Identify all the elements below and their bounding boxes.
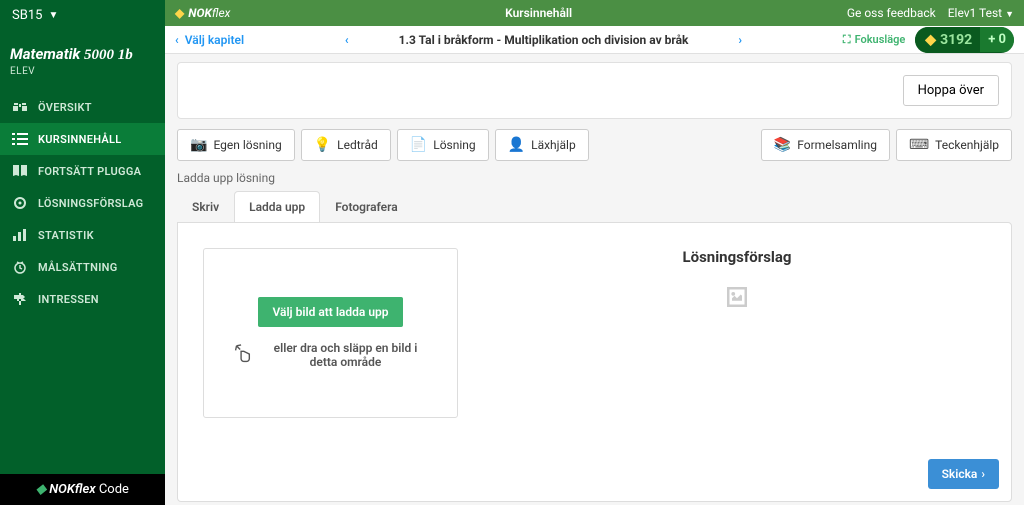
bar-chart-icon [12, 228, 28, 242]
formulas-button[interactable]: 📚Formelsamling [761, 129, 890, 161]
next-section-button[interactable]: › [708, 33, 772, 47]
brand-logo[interactable]: ◆ NOKflex [175, 6, 230, 20]
upload-dropzone[interactable]: Välj bild att ladda upp eller dra och sl… [203, 248, 458, 418]
sidebar-item-interests[interactable]: INTRESSEN [0, 283, 165, 315]
feedback-link[interactable]: Ge oss feedback [847, 6, 936, 20]
diamond-icon: ◆ [175, 6, 184, 20]
diamond-icon: ◆ [925, 32, 936, 48]
user-menu[interactable]: Elev1 Test ▼ [948, 6, 1014, 20]
sidebar-item-label: FORTSÄTT PLUGGA [38, 165, 141, 178]
tab-upload[interactable]: Ladda upp [234, 191, 320, 222]
diamond-icon: ◆ [36, 482, 46, 497]
binoculars-icon [12, 100, 28, 114]
drag-instruction: eller dra och släpp en bild i detta områ… [231, 341, 431, 369]
sidebar-dropdown-label: SB15 [12, 8, 42, 23]
caret-down-icon: ▼ [48, 10, 58, 21]
hint-button[interactable]: 💡Ledtråd [301, 129, 391, 161]
sidebar-item-content[interactable]: KURSINNEHÅLL [0, 123, 165, 155]
page-title: Kursinnehåll [230, 6, 846, 20]
choose-chapter-button[interactable]: ‹ Välj kapitel [175, 33, 244, 47]
focus-mode-toggle[interactable]: ⛶ Fokusläge [843, 33, 905, 47]
sidebar-item-goals[interactable]: MÅLSÄTTNING [0, 251, 165, 283]
gear-icon [12, 196, 28, 210]
sidebar-item-label: ÖVERSIKT [38, 101, 92, 114]
sidebar-item-overview[interactable]: ÖVERSIKT [0, 91, 165, 123]
sidebar-item-label: KURSINNEHÅLL [38, 133, 122, 146]
document-icon: 📄 [410, 137, 427, 153]
sign-help-button[interactable]: ⌨Teckenhjälp [896, 129, 1012, 161]
hand-pointer-icon [231, 344, 253, 366]
sidebar-item-solutions[interactable]: LÖSNINGSFÖRSLAG [0, 187, 165, 219]
choose-file-button[interactable]: Välj bild att ladda upp [258, 297, 402, 327]
clock-icon [12, 260, 28, 274]
prev-section-button[interactable]: ‹ [315, 33, 379, 47]
upload-section-label: Ladda upp lösning [177, 171, 1012, 185]
course-title: Matematik 5000 1b ELEV [0, 31, 165, 81]
chevron-left-icon: ‹ [175, 33, 179, 47]
send-button[interactable]: Skicka › [928, 459, 999, 489]
score-pill: ◆ 3192 + 0 [915, 27, 1014, 53]
sidebar-item-label: STATISTIK [38, 229, 94, 242]
chevron-right-icon: › [981, 467, 985, 481]
tab-photo[interactable]: Fotografera [320, 191, 412, 222]
list-icon [12, 132, 28, 146]
image-placeholder-icon [488, 278, 986, 312]
tab-content-upload: Välj bild att ladda upp eller dra och sl… [177, 222, 1012, 502]
solution-button[interactable]: 📄Lösning [397, 129, 489, 161]
sidebar-item-stats[interactable]: STATISTIK [0, 219, 165, 251]
caret-down-icon: ▼ [1005, 10, 1014, 20]
sidebar-item-label: INTRESSEN [38, 293, 99, 306]
book-icon [12, 164, 28, 178]
skip-button[interactable]: Hoppa över [903, 75, 999, 106]
sidebar-item-label: LÖSNINGSFÖRSLAG [38, 197, 143, 210]
sidebar-item-label: MÅLSÄTTNING [38, 261, 118, 274]
solution-preview: Lösningsförslag [488, 248, 986, 476]
sidebar-item-continue[interactable]: FORTSÄTT PLUGGA [0, 155, 165, 187]
expand-icon: ⛶ [843, 33, 851, 47]
sidebar-footer[interactable]: ◆ NOKflex Code [0, 474, 165, 505]
tab-write[interactable]: Skriv [177, 191, 234, 222]
keyboard-icon: ⌨ [909, 137, 929, 153]
person-icon: 👤 [508, 137, 525, 153]
sidebar-nav: ÖVERSIKT KURSINNEHÅLL FORTSÄTT PLUGGA LÖ… [0, 91, 165, 474]
book-icon: 📚 [774, 137, 791, 153]
own-solution-button[interactable]: 📷Egen lösning [177, 129, 295, 161]
camera-icon: 📷 [190, 137, 207, 153]
exercise-panel: Hoppa över [177, 62, 1012, 119]
sidebar-dropdown[interactable]: SB15 ▼ [0, 0, 165, 31]
signpost-icon [12, 292, 28, 306]
preview-title: Lösningsförslag [488, 248, 986, 266]
lightbulb-icon: 💡 [314, 137, 331, 153]
section-title: 1.3 Tal i bråkform - Multiplikation och … [399, 33, 689, 47]
homework-help-button[interactable]: 👤Läxhjälp [495, 129, 589, 161]
score-delta: + 0 [980, 27, 1014, 52]
